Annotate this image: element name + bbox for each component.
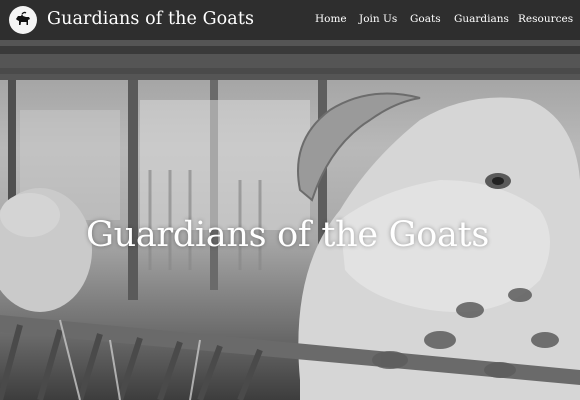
hero-banner: Guardians of the Goats [0,40,580,400]
nav-resources[interactable]: Resources [518,13,573,25]
nav-goats[interactable]: Goats [410,13,441,25]
nav-guardians[interactable]: Guardians [454,13,509,25]
nav-home[interactable]: Home [315,13,347,25]
main-nav: Home Join Us Goats Guardians Resources [0,13,580,29]
nav-join-us[interactable]: Join Us [359,13,397,25]
top-navbar: Guardians of the Goats Home Join Us Goat… [0,0,580,40]
hero-title: Guardians of the Goats [85,215,490,255]
